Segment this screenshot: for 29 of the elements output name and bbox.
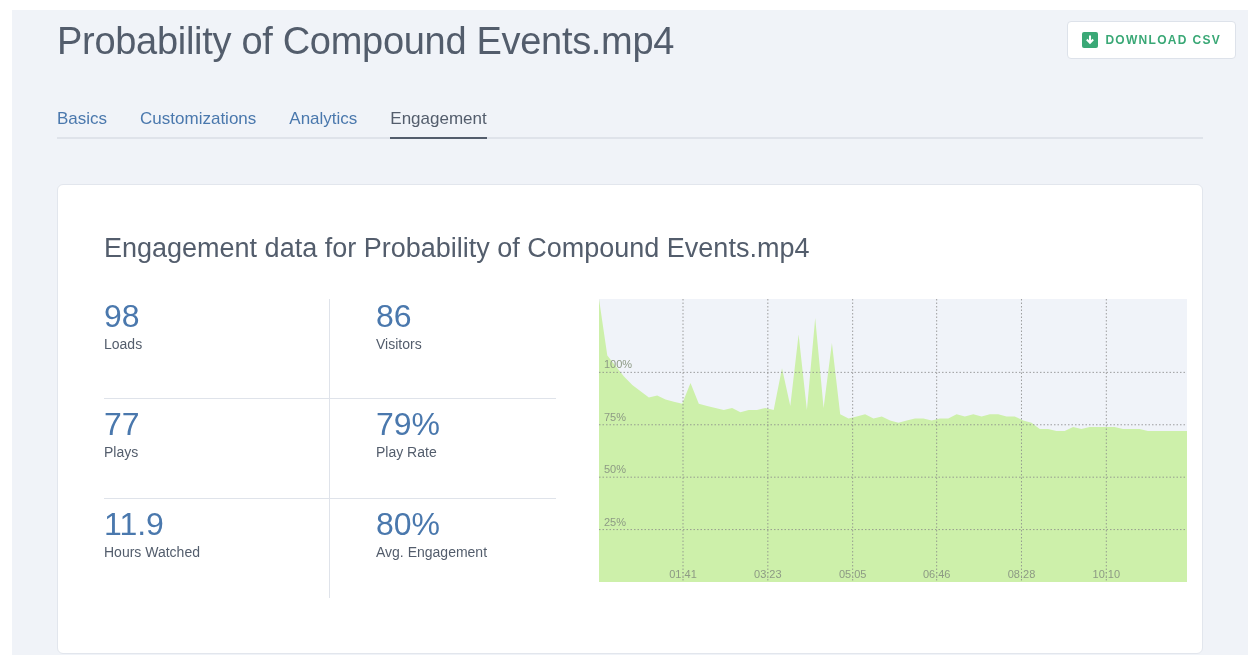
tab[interactable]: Engagement [390,109,487,139]
axis-label: 06:46 [922,568,951,580]
stat-value: 77 [104,407,141,441]
tab[interactable]: Basics [57,109,108,139]
axis-label: 50% [604,463,627,476]
card-heading: Engagement data for Probability of Compound Events.mp4 [104,233,811,264]
stat-value: 11.9 [104,507,165,541]
tab[interactable]: Analytics [289,109,358,139]
stat-label: Visitors [376,336,423,352]
page-title: Probability of Compound Events.mp4 [57,20,675,63]
download-csv-button[interactable]: DOWNLOAD CSV [1067,21,1236,59]
axis-label: 75% [604,410,627,423]
stat-value: 86 [376,299,413,333]
axis-label: 01:41 [669,568,697,580]
stat-value: 98 [104,299,141,333]
stat-label: Plays [104,444,140,460]
stat-label: Loads [104,336,144,352]
axis-label: 08:28 [1007,568,1036,580]
axis-label: 05:05 [838,568,867,580]
tab[interactable]: Customizations [140,109,257,139]
axis-label: 10:10 [1092,568,1121,580]
stat-label: Play Rate [376,444,438,460]
download-icon [1082,32,1099,48]
axis-label: 25% [604,515,627,528]
axis-label: 03:23 [754,568,782,580]
stat-label: Avg. Engagement [376,544,489,560]
stat-value: 79% [376,407,442,441]
stat-value: 80% [376,507,442,541]
stat-label: Hours Watched [104,544,201,560]
